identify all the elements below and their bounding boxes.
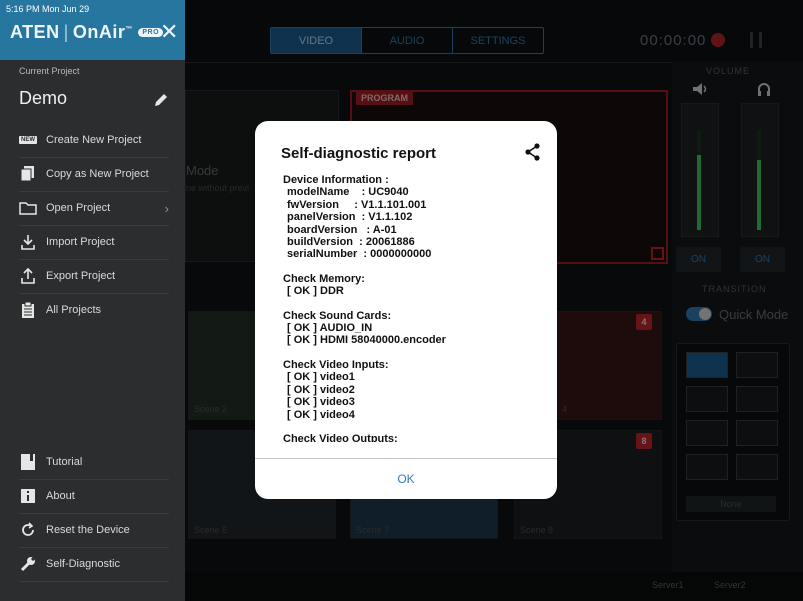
report-line: modelName : UC9040 (287, 186, 409, 199)
brand-product: OnAir (72, 22, 126, 42)
report-line: fwVersion : V1.1.101.001 (287, 198, 427, 211)
self-diagnostic-dialog: Self-diagnostic report Device Informatio… (255, 121, 557, 499)
brand-separator: | (63, 22, 69, 42)
ok-button[interactable]: OK (255, 459, 557, 499)
reset-icon (19, 521, 37, 539)
pencil-icon[interactable] (153, 92, 169, 108)
report-section-header: Check Video Inputs: (283, 358, 389, 371)
menu-item-label: About (46, 490, 75, 502)
menu-item-label: Open Project (46, 202, 111, 214)
menu-item-self-diagnostic[interactable]: Self-Diagnostic (19, 547, 169, 582)
report-line: buildVersion : 20061886 (287, 236, 415, 249)
folder-icon (19, 199, 37, 217)
status-clock: 5:16 PM Mon Jun 29 (6, 4, 89, 14)
menu-item-label: Import Project (46, 236, 115, 248)
menu-item-label: Copy as New Project (46, 168, 149, 180)
menu-item-label: Export Project (46, 270, 116, 282)
report-line: serialNumber : 0000000000 (287, 248, 432, 261)
new-badge-icon: NEW (19, 136, 37, 144)
export-icon (19, 267, 37, 285)
menu-item-label: Tutorial (46, 456, 83, 468)
report-line: [ OK ] video3 (287, 396, 355, 409)
report-line: [ OK ] video4 (287, 408, 355, 421)
brand-aten: ATEN (10, 22, 60, 42)
menu-item-label: Reset the Device (46, 524, 130, 536)
menu-item-reset-the-device[interactable]: Reset the Device (19, 513, 169, 548)
menu-item-all-projects[interactable]: All Projects (19, 293, 169, 327)
import-icon (19, 233, 37, 251)
menu-item-copy-as-new-project[interactable]: Copy as New Project (19, 157, 169, 192)
copy-icon (19, 165, 37, 183)
chevron-right-icon: › (164, 200, 169, 216)
dialog-title: Self-diagnostic report (281, 145, 437, 162)
project-name: Demo (19, 88, 68, 108)
menu-item-label: Self-Diagnostic (46, 558, 120, 570)
report-section-header: Device Information : (283, 174, 389, 186)
brand-tm: ™ (125, 26, 133, 33)
report-line: panelVersion : V1.1.102 (287, 211, 413, 224)
report-body: Device Information : modelName : UC9040 … (283, 174, 533, 442)
report-section-header: Check Sound Cards: (283, 309, 392, 322)
menu-item-open-project[interactable]: Open Project › (19, 191, 169, 226)
tutorial-icon (19, 453, 37, 471)
status-date: Mon Jun 29 (42, 4, 90, 14)
report-section-header: Check Memory: (283, 272, 365, 285)
share-icon[interactable] (523, 142, 543, 162)
report-line: [ OK ] video1 (287, 371, 355, 384)
wrench-icon (19, 555, 37, 573)
menu-item-export-project[interactable]: Export Project (19, 259, 169, 294)
info-icon (19, 487, 37, 505)
report-line: [ OK ] video2 (287, 383, 355, 396)
menu-item-about[interactable]: About (19, 479, 169, 514)
side-menu: 5:16 PM Mon Jun 29 ATEN | OnAir™ PRO ✕ Cur… (0, 0, 185, 601)
clipboard-icon (19, 301, 37, 319)
report-line: [ OK ] HDMI 58040000.encoder (287, 334, 446, 347)
current-project-label: Current Project (19, 66, 80, 76)
status-time: 5:16 PM (6, 4, 40, 14)
report-section-header: Check Video Outputs: (283, 432, 398, 442)
report-line: [ OK ] DDR (287, 285, 344, 298)
brand-logo: ATEN | OnAir™ PRO (10, 22, 164, 43)
menu-item-create-new-project[interactable]: NEW Create New Project (19, 123, 169, 158)
menu-item-label: All Projects (46, 304, 102, 316)
menu-item-label: Create New Project (46, 134, 142, 146)
menu-item-import-project[interactable]: Import Project (19, 225, 169, 260)
menu-item-tutorial[interactable]: Tutorial (19, 445, 169, 480)
close-icon[interactable]: ✕ (160, 19, 178, 45)
report-line: boardVersion : A-01 (287, 223, 397, 236)
report-line: [ OK ] AUDIO_IN (287, 322, 373, 335)
